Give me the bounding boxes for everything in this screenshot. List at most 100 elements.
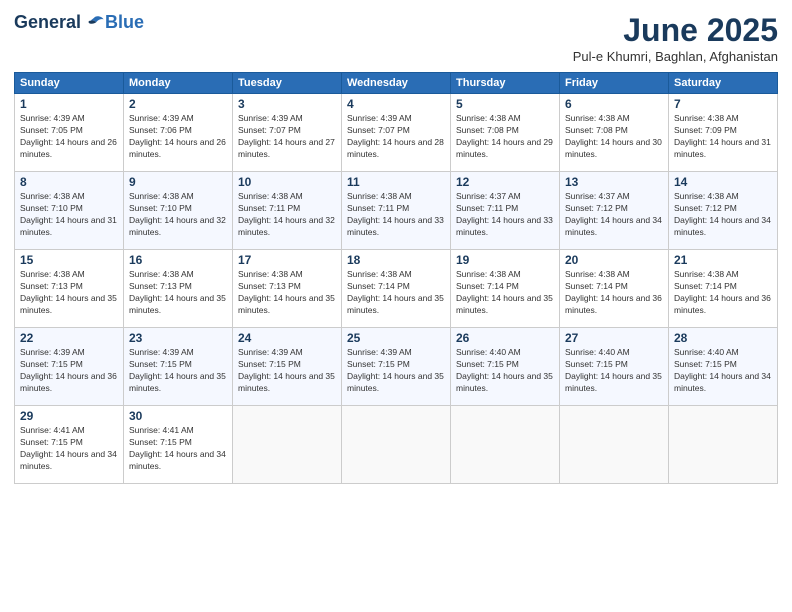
day-cell: 17 Sunrise: 4:38 AM Sunset: 7:13 PM Dayl… xyxy=(233,250,342,328)
day-number: 15 xyxy=(20,253,118,267)
day-cell: 30 Sunrise: 4:41 AM Sunset: 7:15 PM Dayl… xyxy=(124,406,233,484)
day-info: Sunrise: 4:38 AM Sunset: 7:09 PM Dayligh… xyxy=(674,113,772,161)
day-cell: 2 Sunrise: 4:39 AM Sunset: 7:06 PM Dayli… xyxy=(124,94,233,172)
day-number: 2 xyxy=(129,97,227,111)
day-number: 27 xyxy=(565,331,663,345)
weekday-header-row: Sunday Monday Tuesday Wednesday Thursday… xyxy=(15,73,778,94)
day-cell: 21 Sunrise: 4:38 AM Sunset: 7:14 PM Dayl… xyxy=(669,250,778,328)
header-wednesday: Wednesday xyxy=(342,73,451,94)
day-number: 4 xyxy=(347,97,445,111)
day-cell: 6 Sunrise: 4:38 AM Sunset: 7:08 PM Dayli… xyxy=(560,94,669,172)
day-number: 23 xyxy=(129,331,227,345)
title-block: June 2025 Pul-e Khumri, Baghlan, Afghani… xyxy=(573,12,778,64)
day-number: 8 xyxy=(20,175,118,189)
day-cell: 26 Sunrise: 4:40 AM Sunset: 7:15 PM Dayl… xyxy=(451,328,560,406)
day-cell: 27 Sunrise: 4:40 AM Sunset: 7:15 PM Dayl… xyxy=(560,328,669,406)
header-thursday: Thursday xyxy=(451,73,560,94)
day-info: Sunrise: 4:40 AM Sunset: 7:15 PM Dayligh… xyxy=(456,347,554,395)
day-number: 22 xyxy=(20,331,118,345)
day-number: 24 xyxy=(238,331,336,345)
day-info: Sunrise: 4:40 AM Sunset: 7:15 PM Dayligh… xyxy=(674,347,772,395)
day-cell: 24 Sunrise: 4:39 AM Sunset: 7:15 PM Dayl… xyxy=(233,328,342,406)
day-cell: 29 Sunrise: 4:41 AM Sunset: 7:15 PM Dayl… xyxy=(15,406,124,484)
day-cell: 12 Sunrise: 4:37 AM Sunset: 7:11 PM Dayl… xyxy=(451,172,560,250)
calendar-table: Sunday Monday Tuesday Wednesday Thursday… xyxy=(14,72,778,484)
day-number: 12 xyxy=(456,175,554,189)
header-saturday: Saturday xyxy=(669,73,778,94)
day-cell: 10 Sunrise: 4:38 AM Sunset: 7:11 PM Dayl… xyxy=(233,172,342,250)
day-cell: 8 Sunrise: 4:38 AM Sunset: 7:10 PM Dayli… xyxy=(15,172,124,250)
logo-blue: Blue xyxy=(105,12,144,33)
day-number: 10 xyxy=(238,175,336,189)
day-info: Sunrise: 4:38 AM Sunset: 7:14 PM Dayligh… xyxy=(565,269,663,317)
day-number: 17 xyxy=(238,253,336,267)
day-info: Sunrise: 4:39 AM Sunset: 7:07 PM Dayligh… xyxy=(347,113,445,161)
day-cell xyxy=(342,406,451,484)
day-number: 11 xyxy=(347,175,445,189)
day-cell xyxy=(560,406,669,484)
day-cell: 19 Sunrise: 4:38 AM Sunset: 7:14 PM Dayl… xyxy=(451,250,560,328)
day-number: 14 xyxy=(674,175,772,189)
day-cell: 4 Sunrise: 4:39 AM Sunset: 7:07 PM Dayli… xyxy=(342,94,451,172)
calendar-body: 1 Sunrise: 4:39 AM Sunset: 7:05 PM Dayli… xyxy=(15,94,778,484)
header-monday: Monday xyxy=(124,73,233,94)
day-number: 28 xyxy=(674,331,772,345)
day-info: Sunrise: 4:39 AM Sunset: 7:07 PM Dayligh… xyxy=(238,113,336,161)
page: General Blue June 2025 Pul-e Khumri, Bag… xyxy=(0,0,792,612)
day-info: Sunrise: 4:39 AM Sunset: 7:15 PM Dayligh… xyxy=(347,347,445,395)
day-cell: 15 Sunrise: 4:38 AM Sunset: 7:13 PM Dayl… xyxy=(15,250,124,328)
day-info: Sunrise: 4:39 AM Sunset: 7:15 PM Dayligh… xyxy=(238,347,336,395)
day-cell: 3 Sunrise: 4:39 AM Sunset: 7:07 PM Dayli… xyxy=(233,94,342,172)
day-cell: 16 Sunrise: 4:38 AM Sunset: 7:13 PM Dayl… xyxy=(124,250,233,328)
day-info: Sunrise: 4:39 AM Sunset: 7:05 PM Dayligh… xyxy=(20,113,118,161)
day-cell: 14 Sunrise: 4:38 AM Sunset: 7:12 PM Dayl… xyxy=(669,172,778,250)
day-number: 7 xyxy=(674,97,772,111)
day-cell xyxy=(233,406,342,484)
day-number: 1 xyxy=(20,97,118,111)
week-row-1: 1 Sunrise: 4:39 AM Sunset: 7:05 PM Dayli… xyxy=(15,94,778,172)
day-cell: 1 Sunrise: 4:39 AM Sunset: 7:05 PM Dayli… xyxy=(15,94,124,172)
day-number: 19 xyxy=(456,253,554,267)
day-info: Sunrise: 4:41 AM Sunset: 7:15 PM Dayligh… xyxy=(20,425,118,473)
week-row-3: 15 Sunrise: 4:38 AM Sunset: 7:13 PM Dayl… xyxy=(15,250,778,328)
day-number: 20 xyxy=(565,253,663,267)
day-number: 29 xyxy=(20,409,118,423)
day-number: 30 xyxy=(129,409,227,423)
location: Pul-e Khumri, Baghlan, Afghanistan xyxy=(573,49,778,64)
header: General Blue June 2025 Pul-e Khumri, Bag… xyxy=(14,12,778,64)
day-number: 26 xyxy=(456,331,554,345)
day-info: Sunrise: 4:38 AM Sunset: 7:08 PM Dayligh… xyxy=(456,113,554,161)
week-row-5: 29 Sunrise: 4:41 AM Sunset: 7:15 PM Dayl… xyxy=(15,406,778,484)
day-cell: 28 Sunrise: 4:40 AM Sunset: 7:15 PM Dayl… xyxy=(669,328,778,406)
logo-general: General xyxy=(14,12,81,33)
day-cell: 13 Sunrise: 4:37 AM Sunset: 7:12 PM Dayl… xyxy=(560,172,669,250)
day-cell xyxy=(451,406,560,484)
day-cell: 11 Sunrise: 4:38 AM Sunset: 7:11 PM Dayl… xyxy=(342,172,451,250)
day-number: 25 xyxy=(347,331,445,345)
day-info: Sunrise: 4:37 AM Sunset: 7:11 PM Dayligh… xyxy=(456,191,554,239)
logo-bird-icon xyxy=(83,14,105,32)
day-info: Sunrise: 4:38 AM Sunset: 7:10 PM Dayligh… xyxy=(129,191,227,239)
day-cell: 9 Sunrise: 4:38 AM Sunset: 7:10 PM Dayli… xyxy=(124,172,233,250)
logo-text: General Blue xyxy=(14,12,144,33)
day-info: Sunrise: 4:38 AM Sunset: 7:14 PM Dayligh… xyxy=(456,269,554,317)
day-info: Sunrise: 4:38 AM Sunset: 7:14 PM Dayligh… xyxy=(347,269,445,317)
day-number: 9 xyxy=(129,175,227,189)
day-number: 5 xyxy=(456,97,554,111)
day-cell: 18 Sunrise: 4:38 AM Sunset: 7:14 PM Dayl… xyxy=(342,250,451,328)
day-info: Sunrise: 4:38 AM Sunset: 7:13 PM Dayligh… xyxy=(129,269,227,317)
day-info: Sunrise: 4:38 AM Sunset: 7:12 PM Dayligh… xyxy=(674,191,772,239)
day-info: Sunrise: 4:38 AM Sunset: 7:10 PM Dayligh… xyxy=(20,191,118,239)
day-number: 13 xyxy=(565,175,663,189)
day-info: Sunrise: 4:40 AM Sunset: 7:15 PM Dayligh… xyxy=(565,347,663,395)
day-info: Sunrise: 4:38 AM Sunset: 7:11 PM Dayligh… xyxy=(238,191,336,239)
logo: General Blue xyxy=(14,12,144,33)
day-cell: 20 Sunrise: 4:38 AM Sunset: 7:14 PM Dayl… xyxy=(560,250,669,328)
day-number: 21 xyxy=(674,253,772,267)
day-cell: 23 Sunrise: 4:39 AM Sunset: 7:15 PM Dayl… xyxy=(124,328,233,406)
day-number: 6 xyxy=(565,97,663,111)
day-number: 3 xyxy=(238,97,336,111)
week-row-4: 22 Sunrise: 4:39 AM Sunset: 7:15 PM Dayl… xyxy=(15,328,778,406)
day-info: Sunrise: 4:38 AM Sunset: 7:13 PM Dayligh… xyxy=(20,269,118,317)
day-info: Sunrise: 4:38 AM Sunset: 7:08 PM Dayligh… xyxy=(565,113,663,161)
